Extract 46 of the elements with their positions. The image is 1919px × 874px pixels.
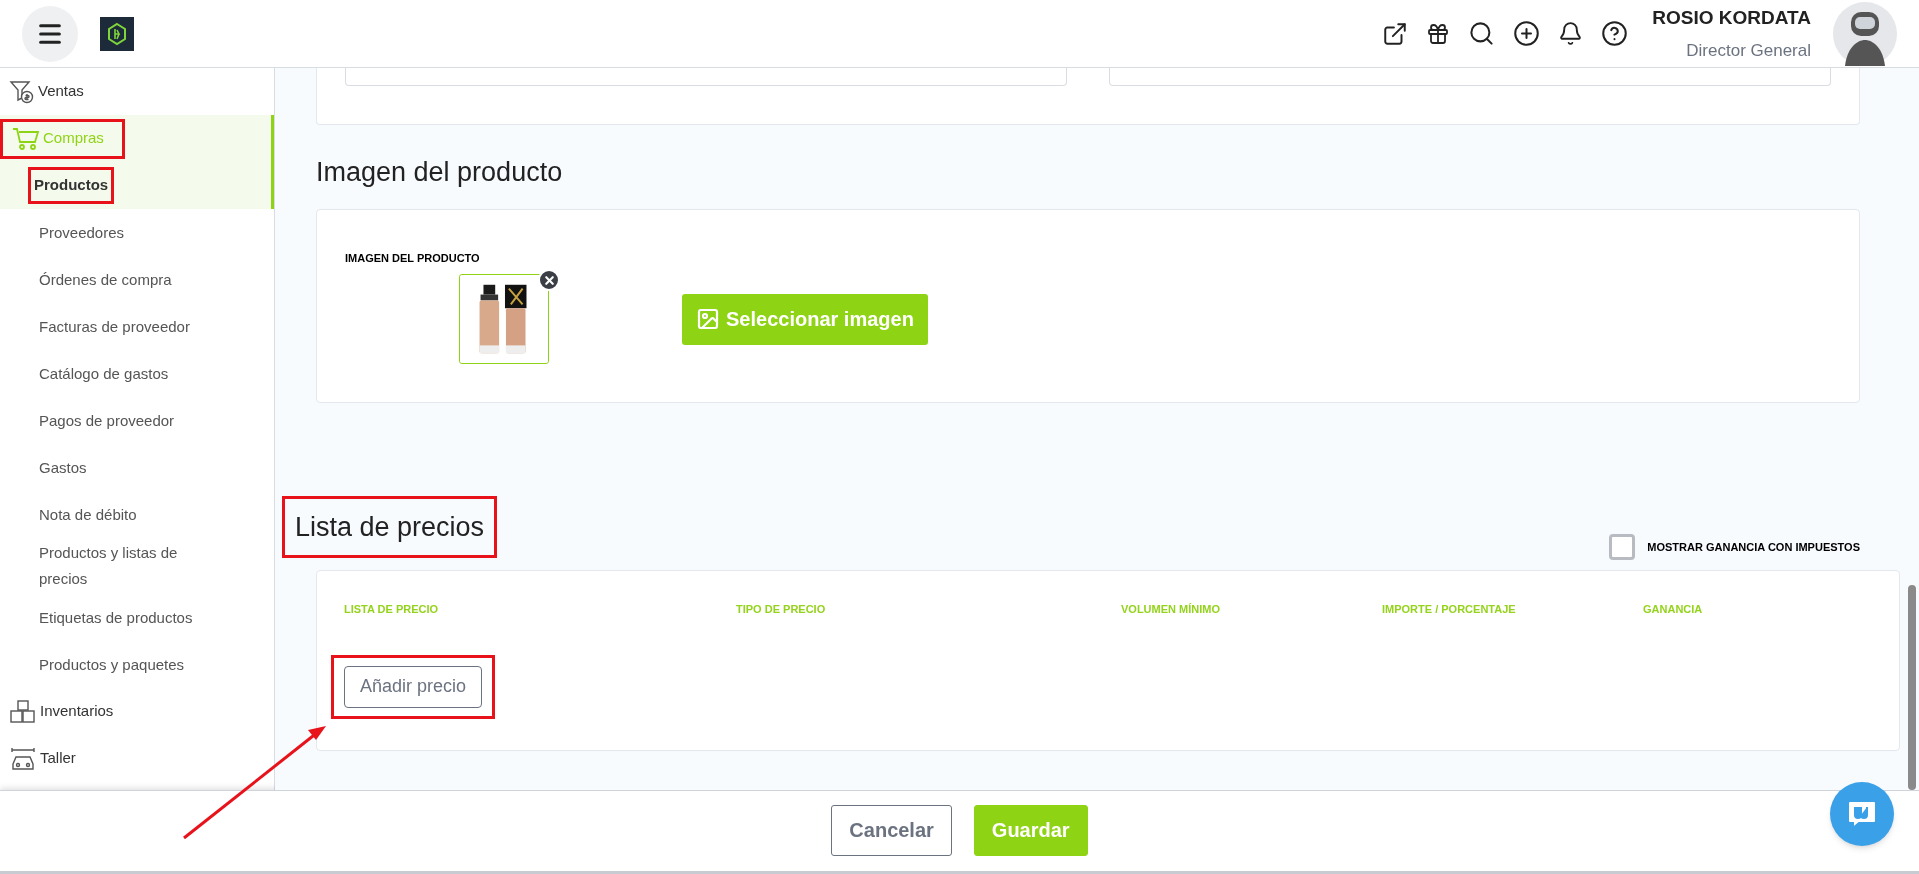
- funnel-coin-icon: [9, 78, 35, 105]
- sidebar-section[interactable]: Ventas: [0, 78, 84, 105]
- gift-icon[interactable]: [1426, 21, 1451, 46]
- column-header: VOLUMEN MÍNIMO: [1121, 602, 1221, 617]
- logo-icon: [100, 16, 134, 51]
- column-header: IMPORTE / PORCENTAJE: [1382, 602, 1517, 617]
- sidebar-item[interactable]: Productos y paquetes: [39, 651, 185, 678]
- field-label: IMAGEN DEL PRODUCTO: [345, 250, 481, 266]
- checkbox-label: MOSTRAR GANANCIA CON IMPUESTOS: [1647, 539, 1860, 555]
- sidebar-item[interactable]: Productos y listas de precios: [39, 540, 209, 592]
- column-header: LISTA DE PRECIO: [344, 602, 440, 617]
- column-header: GANANCIA: [1643, 602, 1704, 617]
- close-icon: [542, 273, 556, 287]
- checkbox[interactable]: [1609, 534, 1636, 560]
- sidebar-item[interactable]: Catálogo de gastos: [39, 360, 169, 387]
- sidebar-item[interactable]: Facturas de proveedor: [39, 313, 190, 340]
- sidebar-item[interactable]: Gastos: [39, 454, 87, 481]
- sidebar-item[interactable]: Nota de débito: [39, 501, 137, 528]
- car-wrench-icon: [9, 745, 37, 772]
- input-field[interactable]: [345, 68, 1067, 86]
- add-price-button[interactable]: Añadir precio: [344, 665, 483, 708]
- sidebar-section[interactable]: Taller: [0, 745, 76, 772]
- cart-icon: [12, 125, 40, 152]
- scrollbar[interactable]: [1908, 585, 1916, 790]
- image-icon: [696, 307, 720, 331]
- search-icon[interactable]: [1468, 20, 1496, 47]
- sidebar-item[interactable]: Pagos de proveedor: [39, 407, 175, 434]
- section-title: Lista de precios: [295, 510, 485, 544]
- add-icon[interactable]: [1513, 20, 1541, 47]
- user-name: ROSIO KORDATA: [1652, 5, 1811, 30]
- cancel-button[interactable]: Cancelar: [831, 804, 952, 856]
- sidebar-item[interactable]: Etiquetas de productos: [39, 604, 193, 631]
- sidebar-item[interactable]: Proveedores: [39, 219, 125, 246]
- external-link-icon[interactable]: [1382, 20, 1409, 47]
- column-header: TIPO DE PRECIO: [736, 602, 827, 617]
- input-field[interactable]: [1108, 68, 1831, 86]
- avatar-icon[interactable]: [1831, 1, 1899, 66]
- remove-image-button[interactable]: [538, 269, 560, 291]
- help-icon[interactable]: [1601, 20, 1629, 47]
- bell-icon[interactable]: [1558, 21, 1584, 46]
- sidebar-item[interactable]: Órdenes de compra: [39, 266, 172, 293]
- sidebar-section[interactable]: Inventarios: [0, 698, 114, 725]
- sidebar-item[interactable]: Productos: [34, 174, 109, 197]
- section-title: Imagen del producto: [316, 156, 564, 189]
- user-role: Director General: [1686, 40, 1811, 62]
- boxes-icon: [9, 698, 37, 725]
